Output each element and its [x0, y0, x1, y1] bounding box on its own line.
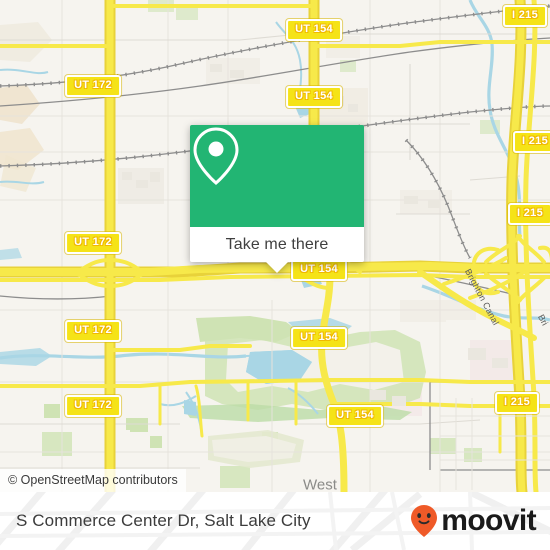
west-place-label: West	[303, 476, 337, 493]
road-shield: UT 154	[291, 259, 347, 281]
road-shield: UT 172	[65, 320, 121, 342]
location-title: S Commerce Center Dr, Salt Lake City	[16, 511, 311, 530]
map-pin-icon	[193, 127, 239, 185]
road-shield: UT 154	[286, 19, 342, 41]
popup-header	[190, 125, 364, 227]
road-shield: UT 154	[291, 327, 347, 349]
road-shield: I 215	[513, 131, 550, 153]
moovit-smiley-pin-icon	[411, 505, 438, 537]
popup-footer[interactable]: Take me there	[190, 227, 364, 273]
popup-pointer-tail	[266, 262, 288, 273]
road-shield: UT 172	[65, 75, 121, 97]
map-canvas[interactable]: .rd { fill:none; stroke:#f7e94a; } .rdc …	[0, 0, 550, 492]
footer-bar: S Commerce Center Dr, Salt Lake City moo…	[0, 492, 550, 550]
take-me-there-popup[interactable]: Take me there	[190, 125, 364, 273]
road-shield: UT 154	[327, 405, 383, 427]
road-shield: UT 154	[286, 86, 342, 108]
road-shield: UT 172	[65, 395, 121, 417]
road-shield: I 215	[503, 5, 547, 27]
osm-attribution[interactable]: © OpenStreetMap contributors	[0, 469, 186, 492]
take-me-there-label: Take me there	[225, 235, 329, 253]
moovit-map-screenshot: .rd { fill:none; stroke:#f7e94a; } .rdc …	[0, 0, 550, 550]
road-shield: I 215	[508, 203, 550, 225]
road-shield: I 215	[495, 392, 539, 414]
moovit-wordmark: moovit	[441, 504, 536, 537]
moovit-brand[interactable]: moovit	[409, 504, 537, 538]
road-shield: UT 172	[65, 232, 121, 254]
